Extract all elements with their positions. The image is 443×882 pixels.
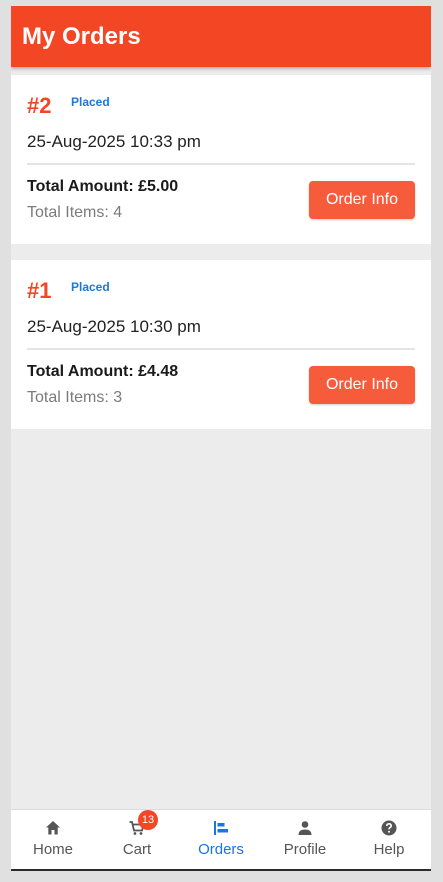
cart-count-badge: 13 bbox=[138, 810, 158, 830]
divider bbox=[27, 163, 415, 165]
nav-item-label: Cart bbox=[122, 841, 152, 858]
profile-icon bbox=[298, 821, 312, 835]
nav-item-label: Profile bbox=[283, 841, 327, 858]
order-date: 25-Aug-2025 10:33 pm bbox=[27, 132, 201, 151]
order-card: #1 Placed 25-Aug-2025 10:30 pm Total Amo… bbox=[11, 260, 431, 429]
nav-item-label: Help bbox=[373, 841, 405, 858]
order-number: #2 bbox=[27, 93, 52, 118]
order-status-badge: Placed bbox=[71, 95, 110, 109]
nav-item-help[interactable]: Help bbox=[347, 810, 431, 869]
nav-item-orders[interactable]: Orders bbox=[179, 810, 263, 869]
order-total-amount: Total Amount: £5.00 bbox=[27, 178, 179, 195]
nav-item-label: Orders bbox=[198, 841, 244, 858]
page-title: My Orders bbox=[22, 22, 141, 50]
order-total-items: Total Items: 3 bbox=[27, 389, 123, 406]
help-icon bbox=[381, 820, 397, 836]
system-bar bbox=[11, 869, 431, 871]
order-date: 25-Aug-2025 10:30 pm bbox=[27, 317, 201, 336]
nav-item-cart[interactable]: 13 Cart bbox=[95, 810, 179, 869]
divider bbox=[27, 348, 415, 350]
orders-icon bbox=[214, 821, 228, 835]
order-total-amount: Total Amount: £4.48 bbox=[27, 363, 179, 380]
home-icon bbox=[46, 821, 60, 835]
nav-item-profile[interactable]: Profile bbox=[263, 810, 347, 869]
app-screen: My Orders #2 Placed 25-Aug-2025 10:33 pm… bbox=[11, 6, 431, 869]
order-info-button[interactable]: Order Info bbox=[309, 181, 415, 219]
order-info-button[interactable]: Order Info bbox=[309, 366, 415, 404]
order-number: #1 bbox=[27, 278, 52, 303]
order-card: #2 Placed 25-Aug-2025 10:33 pm Total Amo… bbox=[11, 75, 431, 244]
bottom-nav: Home 13 Cart Orders Profile Help bbox=[11, 809, 431, 869]
nav-item-home[interactable]: Home bbox=[11, 810, 95, 869]
order-status-badge: Placed bbox=[71, 280, 110, 294]
order-total-items: Total Items: 4 bbox=[27, 204, 123, 221]
app-header: My Orders bbox=[11, 6, 431, 67]
nav-item-label: Home bbox=[32, 841, 73, 858]
